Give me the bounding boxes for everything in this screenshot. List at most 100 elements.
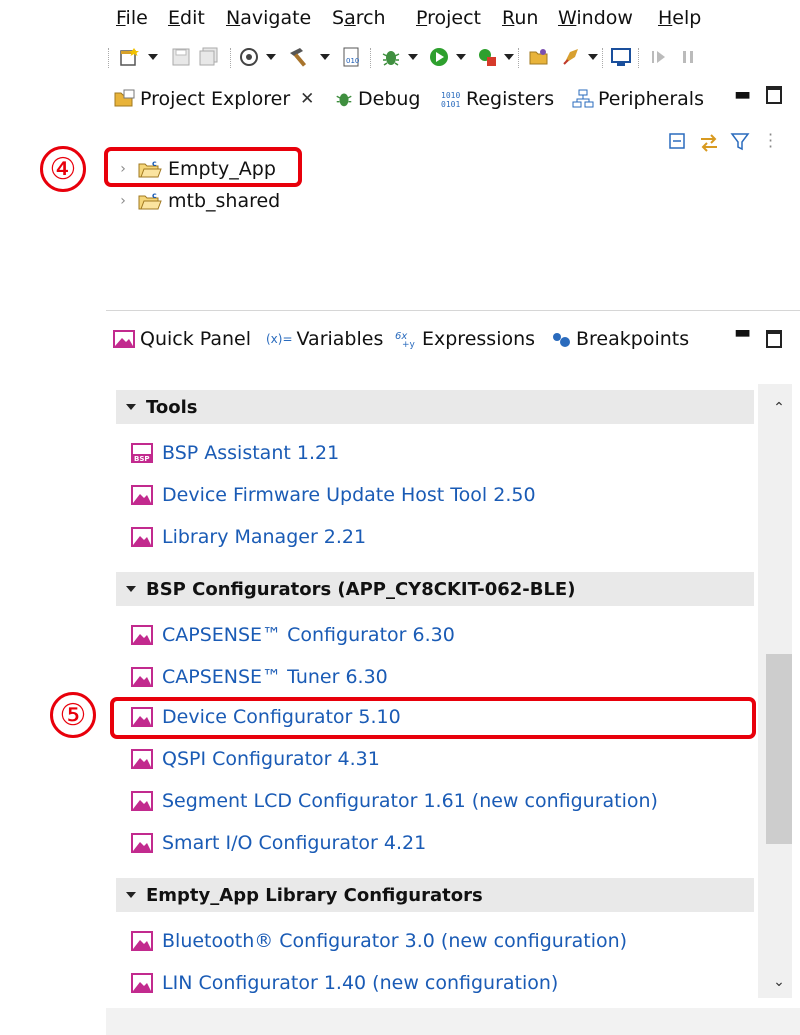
tool-capsense-tuner[interactable]: CAPSENSE™ Tuner 6.30 — [130, 662, 388, 692]
scroll-down-icon[interactable]: ⌄ — [766, 970, 792, 994]
tool-capsense-configurator[interactable]: CAPSENSE™ Configurator 6.30 — [130, 620, 455, 650]
tool-library-manager[interactable]: Library Manager 2.21 — [130, 522, 366, 552]
quick-panel-tab-bar: Quick Panel (x)= Variables 6x +y Expressi… — [106, 316, 800, 362]
run-external-icon[interactable] — [474, 44, 500, 70]
view-menu-icon[interactable]: · · · — [768, 127, 773, 155]
save-all-icon[interactable] — [196, 44, 222, 70]
configurator-icon — [131, 485, 153, 505]
tab-expressions[interactable]: 6x +y Expressions — [394, 328, 535, 350]
tab-quick-panel[interactable]: Quick Panel — [112, 328, 251, 350]
build-dropdown-icon[interactable] — [320, 54, 330, 60]
maximize-icon[interactable] — [766, 330, 782, 348]
configurator-icon — [131, 749, 153, 769]
binary-file-icon[interactable]: 010 — [338, 44, 364, 70]
project-folder-icon: c — [138, 191, 162, 211]
toolbar: 010 — [106, 36, 800, 80]
tool-qspi-configurator[interactable]: QSPI Configurator 4.31 — [130, 744, 380, 774]
run-icon[interactable] — [426, 44, 452, 70]
expand-triangle-icon[interactable] — [126, 586, 136, 592]
status-bar — [106, 1008, 800, 1035]
new-dropdown-icon[interactable] — [148, 54, 158, 60]
menu-file[interactable]: File — [116, 7, 148, 29]
section-header-bsp-configurators[interactable]: BSP Configurators (APP_CY8CKIT-062-BLE) — [116, 572, 754, 606]
menu-project[interactable]: Project — [416, 7, 481, 29]
quick-panel-icon — [112, 329, 136, 349]
configurator-icon — [131, 625, 153, 645]
debug-dropdown-icon[interactable] — [408, 54, 418, 60]
target-dropdown-icon[interactable] — [266, 54, 276, 60]
callout-empty-app — [104, 147, 302, 187]
menu-edit[interactable]: Edit — [168, 7, 205, 29]
step-pause-icon[interactable] — [676, 44, 702, 70]
chevron-right-icon[interactable]: › — [116, 193, 130, 209]
minimize-icon[interactable]: ▬ — [734, 322, 751, 343]
open-folder-icon[interactable] — [526, 44, 552, 70]
tool-segment-lcd-configurator[interactable]: Segment LCD Configurator 1.61 (new confi… — [130, 786, 658, 816]
tab-debug[interactable]: Debug — [334, 88, 420, 110]
menu-search[interactable]: Sarch — [332, 7, 386, 29]
toolbar-separator — [602, 48, 604, 68]
toolbar-separator — [230, 48, 232, 68]
expand-triangle-icon[interactable] — [126, 892, 136, 898]
step-5-marker: ⑤ — [50, 692, 96, 738]
debug-bug-icon[interactable] — [378, 44, 404, 70]
terminal-icon[interactable] — [608, 44, 634, 70]
maximize-icon[interactable] — [766, 86, 782, 104]
minimize-icon[interactable]: ▬ — [734, 84, 751, 105]
svg-text:010: 010 — [346, 57, 359, 65]
quick-panel-body: Tools BSP BSP Assistant 1.21 Device Firm… — [106, 376, 800, 1004]
launch-dropdown-icon[interactable] — [588, 54, 598, 60]
bsp-assistant-icon: BSP — [131, 443, 153, 463]
build-hammer-icon[interactable] — [284, 44, 314, 70]
callout-device-configurator — [110, 697, 756, 739]
tool-dfu-host-tool[interactable]: Device Firmware Update Host Tool 2.50 — [130, 480, 536, 510]
toolbar-separator — [108, 48, 110, 68]
tab-variables[interactable]: (x)= Variables — [266, 328, 383, 350]
tab-breakpoints[interactable]: Breakpoints — [550, 328, 689, 350]
menu-run[interactable]: Run — [502, 7, 538, 29]
configurator-icon — [131, 931, 153, 951]
scroll-up-icon[interactable]: ⌃ — [766, 396, 792, 420]
debug-bug-icon — [334, 89, 354, 109]
tab-project-explorer[interactable]: Project Explorer ✕ — [114, 88, 314, 110]
registers-icon: 1010 0101 — [440, 89, 462, 109]
toolbar-separator — [518, 48, 520, 68]
new-icon[interactable] — [116, 44, 142, 70]
svg-text:+y: +y — [402, 340, 416, 349]
section-header-tools[interactable]: Tools — [116, 390, 754, 424]
menu-navigate[interactable]: Navigate — [226, 7, 311, 29]
target-icon[interactable] — [236, 44, 262, 70]
svg-text:0101: 0101 — [441, 100, 460, 109]
step-icon[interactable] — [646, 44, 672, 70]
toolbar-separator — [370, 48, 372, 68]
close-icon[interactable]: ✕ — [300, 89, 314, 109]
variables-icon: (x)= — [266, 332, 293, 346]
run-dropdown-icon[interactable] — [456, 54, 466, 60]
expressions-icon: 6x +y — [394, 329, 418, 349]
menu-window[interactable]: Window — [558, 7, 633, 29]
menu-help[interactable]: Help — [658, 7, 701, 29]
collapse-all-icon[interactable] — [668, 132, 688, 156]
toolbar-separator — [638, 48, 640, 68]
vertical-scrollbar[interactable]: ⌃ ⌄ — [758, 384, 792, 998]
run-external-dropdown-icon[interactable] — [504, 54, 514, 60]
project-explorer-icon — [114, 89, 136, 109]
tree-item-mtb-shared[interactable]: › c mtb_shared — [116, 188, 280, 214]
tab-peripherals[interactable]: Peripherals — [572, 88, 704, 110]
tool-bsp-assistant[interactable]: BSP BSP Assistant 1.21 — [130, 438, 339, 468]
tool-smart-io-configurator[interactable]: Smart I/O Configurator 4.21 — [130, 828, 426, 858]
save-icon[interactable] — [168, 44, 194, 70]
tab-registers[interactable]: 1010 0101 Registers — [440, 88, 554, 110]
breakpoints-icon — [550, 329, 572, 349]
svg-text:BSP: BSP — [134, 455, 150, 463]
expand-triangle-icon[interactable] — [126, 404, 136, 410]
launch-icon[interactable] — [558, 44, 584, 70]
tool-bluetooth-configurator[interactable]: Bluetooth® Configurator 3.0 (new configu… — [130, 926, 627, 956]
filter-icon[interactable] — [730, 132, 750, 156]
section-header-library-configurators[interactable]: Empty_App Library Configurators — [116, 878, 754, 912]
scrollbar-thumb[interactable] — [766, 654, 792, 844]
menu-bar: File Edit Navigate Sarch Project Run Win… — [106, 0, 800, 36]
tool-lin-configurator[interactable]: LIN Configurator 1.40 (new configuration… — [130, 968, 558, 998]
peripherals-icon — [572, 89, 594, 109]
link-with-editor-icon[interactable] — [698, 132, 720, 158]
